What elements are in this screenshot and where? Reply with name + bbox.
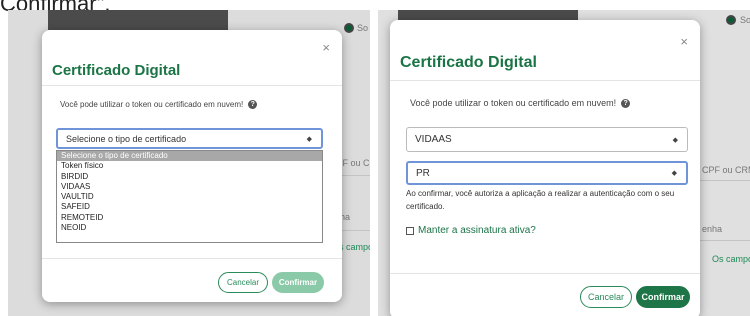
option-selecione[interactable]: Selecione o tipo de certificado <box>57 151 322 162</box>
close-icon[interactable]: × <box>680 34 688 49</box>
close-icon[interactable]: × <box>322 40 330 55</box>
left-screenshot-panel: So CPF ou CRM enha Os campos × Certifica… <box>8 10 370 316</box>
option-remoteid[interactable]: REMOTEID <box>57 213 322 223</box>
background-senha-label: enha <box>702 224 723 234</box>
background-radio <box>726 15 736 25</box>
option-vidaas[interactable]: VIDAAS <box>57 182 322 192</box>
background-radio-label: So <box>740 15 750 25</box>
modal-title: Certificado Digital <box>52 62 181 79</box>
modal-title: Certificado Digital <box>400 54 537 71</box>
updown-arrow-icon: ◆ <box>672 136 678 144</box>
confirm-button[interactable]: Confirmar <box>272 272 324 293</box>
confirm-button[interactable]: Confirmar <box>636 286 690 308</box>
background-divider <box>698 180 750 181</box>
background-campos-label: Os campos <box>712 254 750 264</box>
certificate-type-options[interactable]: Selecione o tipo de certificado Token fí… <box>56 150 323 243</box>
certificate-type-select[interactable]: Selecione o tipo de certificado ◆ <box>56 128 323 149</box>
cancel-button[interactable]: Cancelar <box>580 286 632 308</box>
modal-divider <box>390 80 700 81</box>
modal-divider <box>42 85 342 86</box>
select-value: VIDAAS <box>415 134 452 145</box>
option-safeid[interactable]: SAFEID <box>57 202 322 212</box>
certificate-modal: × Certificado Digital Você pode utilizar… <box>390 20 700 316</box>
certificate-type-select[interactable]: VIDAAS ◆ <box>406 127 688 152</box>
consent-text: Ao confirmar, você autoriza a aplicação … <box>406 189 675 211</box>
updown-arrow-icon: ◆ <box>671 170 677 177</box>
info-text: Você pode utilizar o token ou certificad… <box>410 98 617 108</box>
question-circle-icon[interactable]: ? <box>621 98 631 108</box>
background-divider <box>698 240 750 241</box>
background-header <box>48 10 228 30</box>
right-screenshot-panel: So CPF ou CRM enha Os campos × Certifica… <box>378 10 750 316</box>
question-circle-icon[interactable]: ? <box>248 100 258 109</box>
modal-footer-divider <box>42 258 342 259</box>
option-token-fisico[interactable]: Token físico <box>57 161 322 171</box>
info-line: Você pode utilizar o token ou certificad… <box>410 98 631 108</box>
info-line: Você pode utilizar o token ou certificad… <box>60 100 258 109</box>
info-text: Você pode utilizar o token ou certificad… <box>60 100 244 109</box>
state-select[interactable]: PR ◆ <box>406 161 688 185</box>
background-cpf-label: CPF ou CRM <box>702 165 750 175</box>
certificate-modal: × Certificado Digital Você pode utilizar… <box>42 30 342 302</box>
keep-signature-checkbox[interactable] <box>406 226 414 235</box>
background-radio <box>344 23 354 33</box>
option-birdid[interactable]: BIRDID <box>57 172 322 182</box>
background-radio-label: So <box>357 23 369 33</box>
option-neoid[interactable]: NEOID <box>57 223 322 233</box>
select-value: PR <box>416 167 430 179</box>
option-vaultid[interactable]: VAULTID <box>57 192 322 202</box>
cancel-button[interactable]: Cancelar <box>218 272 268 293</box>
keep-signature-label[interactable]: Manter a assinatura ativa? <box>418 225 536 236</box>
updown-arrow-icon: ◆ <box>306 135 312 143</box>
keep-signature-row[interactable]: Manter a assinatura ativa? <box>406 225 536 236</box>
select-value: Selecione o tipo de certificado <box>66 133 187 144</box>
modal-footer-divider <box>390 273 700 274</box>
